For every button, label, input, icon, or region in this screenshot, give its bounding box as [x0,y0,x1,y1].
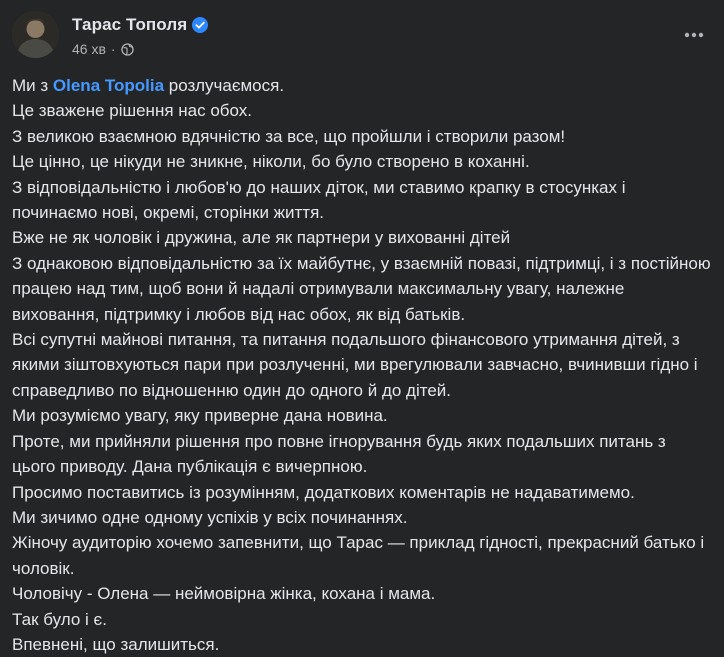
post-line: Це зважене рішення нас обох. [12,101,253,121]
more-options-button[interactable] [676,17,712,53]
post-line: Це цінно, це нікуди не зникне, ніколи, б… [12,152,530,172]
post-line: Проте, ми прийняли рішення про повне ігн… [12,431,666,477]
author-avatar[interactable] [12,11,59,58]
verified-badge-icon [192,17,209,33]
post-line: Ми зичимо одне одному успіхів у всіх поч… [12,507,408,527]
mention-link[interactable]: Olena Topolia [53,76,164,95]
post-line: Вже не як чоловік і дружина, але як парт… [12,228,511,248]
meta-separator: · [110,41,116,57]
post-line: Впевнені, що залишиться. [12,634,220,654]
post-line: З відповідальністю і любов'ю до наших ді… [12,177,626,223]
post-line-first: Ми з Olena Topolia розлучаємося. [12,73,712,98]
post-timestamp[interactable]: 46 хв [72,41,106,57]
avatar-portrait-icon [12,11,59,58]
mention-prefix: Ми з [12,76,53,95]
mention-suffix: розлучаємося. [164,76,285,95]
facebook-post: Тарас Тополя 46 хв · Ми з Olena Topolia … [0,0,724,654]
post-line: З великою взаємною вдячністю за все, що … [12,126,566,146]
post-meta: 46 хв · [72,41,134,57]
more-options-icon [684,32,704,38]
post-text: Ми з Olena Topolia розлучаємося. Це зваж… [12,73,712,657]
post-line: Жіночу аудиторію хочемо запевнити, що Та… [12,533,705,578]
post-header: Тарас Тополя 46 хв · [12,11,712,61]
post-line: Так було і є. [12,609,107,629]
post-line: Ми розуміємо увагу, яку приверне дана но… [12,406,388,426]
post-line: Чоловічу - Олена — неймовірна жінка, кох… [12,584,436,604]
post-line: Всі супутні майнові питання, та питання … [12,330,698,400]
post-line: З однаковою відповідальністю за їх майбу… [12,253,711,324]
author-name[interactable]: Тарас Тополя [72,15,187,35]
post-line: Просимо поставитись із розумінням, додат… [12,482,635,502]
author-line: Тарас Тополя [72,14,209,36]
globe-icon[interactable] [120,42,134,56]
